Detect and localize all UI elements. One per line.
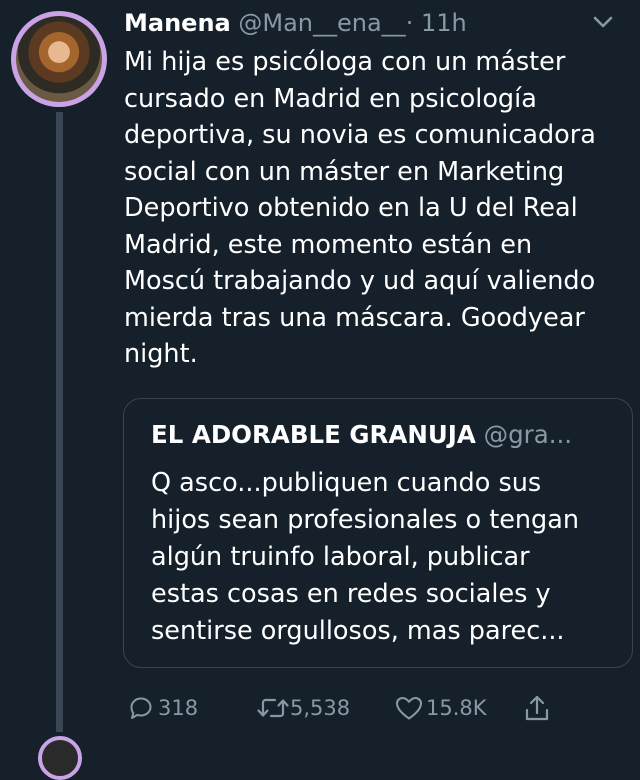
author-handle[interactable]: @Man__ena__ [238, 9, 405, 37]
retweet-button[interactable]: 5,538 [256, 690, 350, 726]
share-icon [525, 695, 549, 721]
reply-count: 318 [158, 696, 199, 720]
reply-button[interactable]: 318 [128, 690, 198, 726]
tweet-text: Mi hija es psicóloga con un máster cursa… [124, 47, 596, 369]
share-button[interactable] [524, 690, 550, 726]
avatar[interactable] [11, 11, 107, 107]
separator-dot: · [405, 9, 414, 37]
quoted-tweet-text: Q asco...publiquen cuando sus hijos sean… [151, 468, 580, 646]
heart-icon [395, 696, 423, 720]
quoted-author-handle: @gra... [483, 420, 573, 449]
retweet-count: 5,538 [290, 696, 351, 720]
like-count: 15.8K [426, 696, 487, 720]
like-button[interactable]: 15.8K [394, 690, 487, 726]
reply-icon [130, 697, 152, 719]
quoted-tweet-header: EL ADORABLE GRANUJA @gra... [151, 419, 572, 451]
retweet-icon [257, 698, 289, 718]
more-button[interactable] [590, 12, 616, 32]
chevron-down-icon [593, 16, 613, 28]
tweet-time[interactable]: 11h [421, 9, 467, 37]
avatar-photo [16, 16, 102, 102]
thread-line [56, 112, 63, 732]
tweet-header: Manena @Man__ena__· 11h [124, 6, 467, 40]
author-name[interactable]: Manena [124, 9, 231, 37]
quoted-tweet[interactable]: EL ADORABLE GRANUJA @gra... Q asco...pub… [123, 398, 633, 668]
quoted-author-name: EL ADORABLE GRANUJA [151, 420, 476, 449]
